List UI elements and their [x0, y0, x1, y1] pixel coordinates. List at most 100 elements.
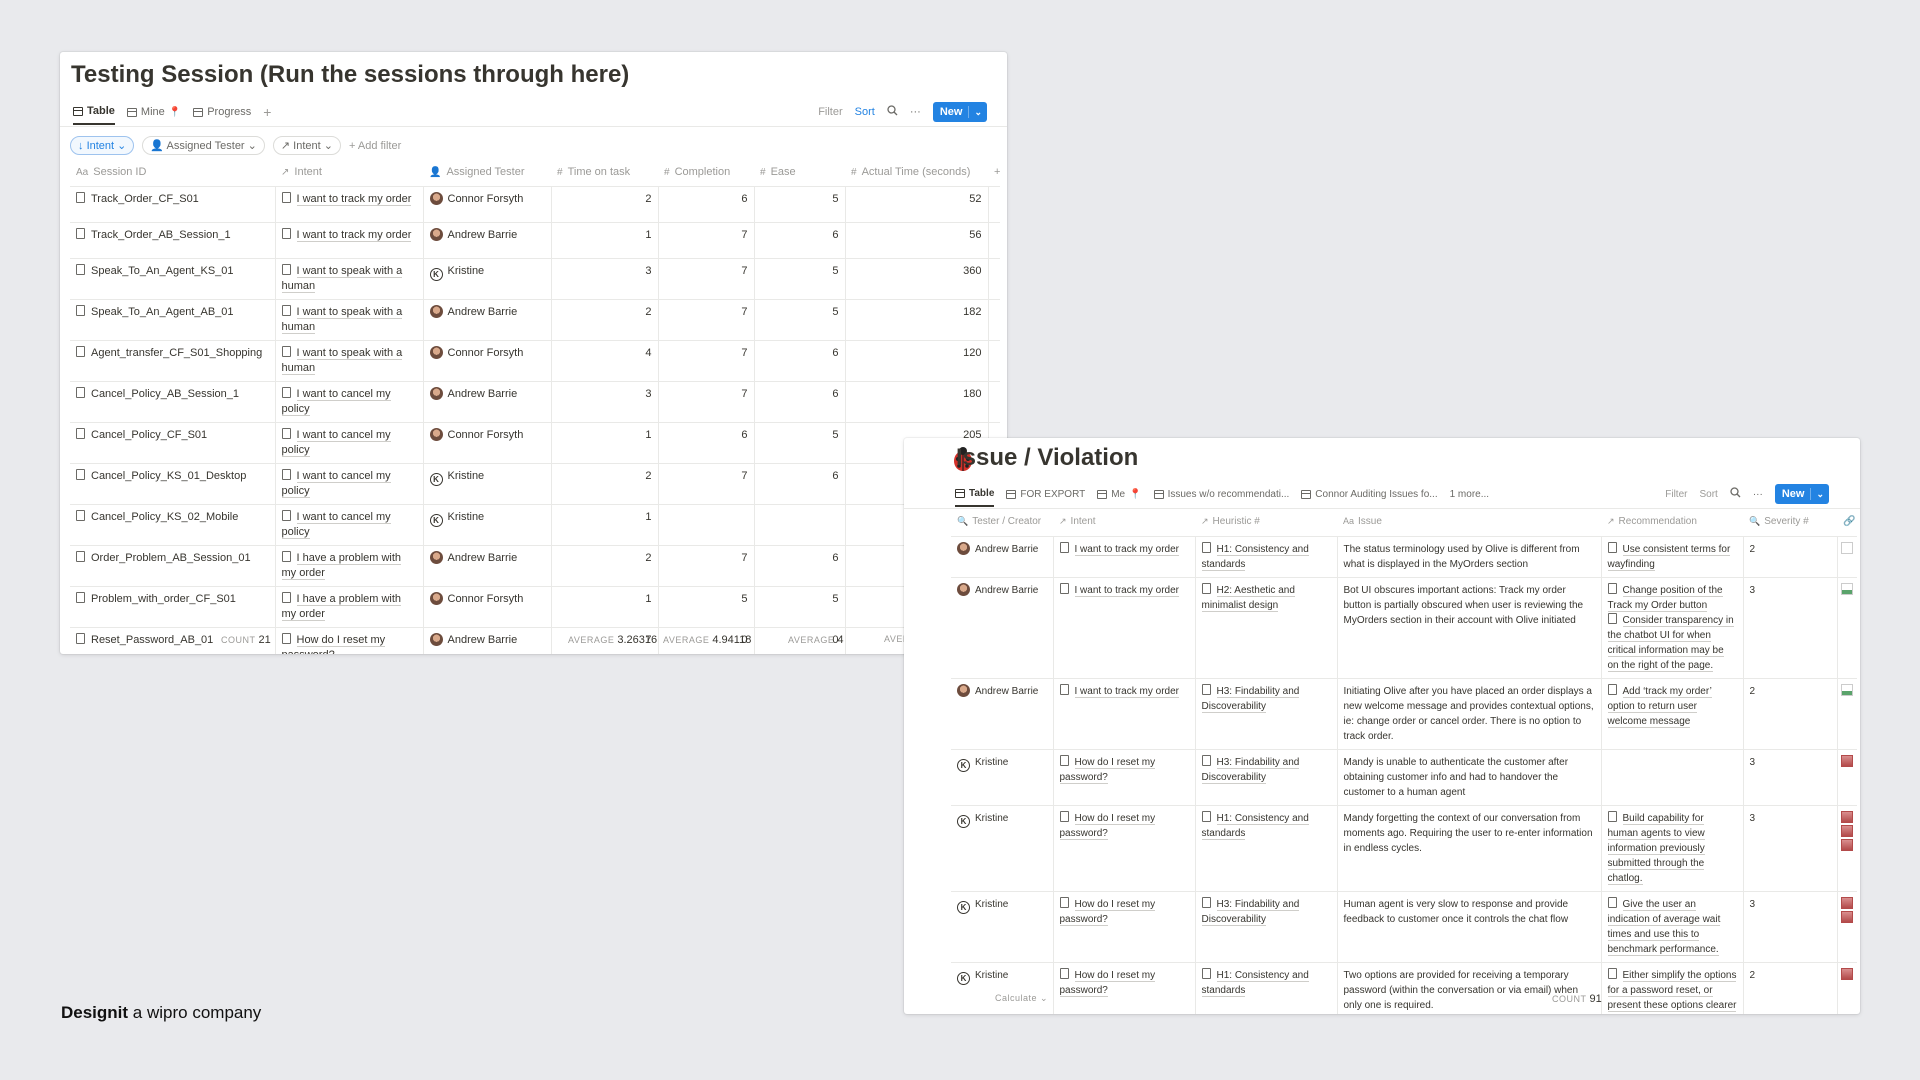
recommendation-item[interactable]: Change position of the Track my Order bu… [1607, 582, 1737, 613]
issue-cell[interactable]: Human agent is very slow to response and… [1337, 891, 1602, 963]
intent-sort-chip[interactable]: ↓ Intent ⌄ [70, 136, 135, 155]
table-row[interactable]: Cancel_Policy_AB_Session_1 I want to canc… [70, 381, 1000, 423]
attachment-cell[interactable] [1837, 962, 1857, 1014]
table-row[interactable]: K Kristine How do I reset my password? H1: … [951, 962, 1857, 1014]
severity-cell[interactable]: 2 [1743, 536, 1838, 578]
intent-link[interactable]: I want to track my order [1074, 685, 1179, 698]
intent-cell[interactable]: I want to speak with a human [275, 299, 424, 341]
tester-cell[interactable]: K Kristine [423, 258, 552, 300]
add-column-icon[interactable]: + [988, 158, 1000, 187]
severity-cell[interactable]: 2 [1743, 962, 1838, 1014]
intent-cell[interactable]: How do I reset my password? [275, 627, 424, 654]
session-id-cell[interactable]: Cancel_Policy_CF_S01 [70, 422, 276, 464]
image-thumbnail[interactable] [1840, 910, 1853, 923]
heuristic-link[interactable]: H3: Findability and Discoverability [1201, 756, 1300, 784]
column-header[interactable]: Aa Issue [1337, 508, 1601, 537]
intent-cell[interactable]: How do I reset my password? [1053, 962, 1196, 1014]
actual-cell[interactable]: 56 [845, 222, 989, 259]
image-thumbnail[interactable] [1840, 754, 1853, 767]
intent-link[interactable]: I want to speak with a human [281, 305, 403, 334]
chevron-down-icon[interactable]: ⌄ [1811, 489, 1829, 500]
session-id-cell[interactable]: Cancel_Policy_KS_02_Mobile [70, 504, 276, 546]
table-row[interactable]: Agent_transfer_CF_S01_Shopping I want to … [70, 340, 1000, 382]
new-button[interactable]: New ⌄ [932, 102, 987, 122]
tester-cell[interactable]: K Kristine [951, 805, 1054, 892]
table-row[interactable]: Reset_Password_AB_01 How do I reset my pa… [70, 627, 1000, 654]
recommendation-item[interactable]: Either simplify the options for a passwo… [1607, 967, 1737, 1014]
column-header[interactable]: # Time on task [551, 158, 658, 187]
issue-cell[interactable]: The status terminology used by Olive is … [1337, 536, 1602, 578]
tester-cell[interactable]: K Kristine [951, 749, 1054, 806]
tester-cell[interactable]: Andrew Barrie [423, 222, 552, 259]
intent-link[interactable]: I want to cancel my policy [281, 469, 391, 498]
intent-cell[interactable]: I want to track my order [1053, 536, 1196, 578]
time-cell[interactable]: 4 [551, 340, 659, 382]
table-row[interactable]: Track_Order_CF_S01 I want to track my ord… [70, 186, 1000, 223]
recommendation-link[interactable]: Either simplify the options for a passwo… [1607, 969, 1737, 1014]
intent-cell[interactable]: How do I reset my password? [1053, 805, 1196, 892]
tab-3[interactable]: Issues w/o recommendati... [1153, 481, 1289, 507]
column-header[interactable]: ↗ Intent [1053, 508, 1195, 537]
ease-cell[interactable]: 5 [754, 586, 846, 628]
intent-cell[interactable]: I want to speak with a human [275, 258, 424, 300]
issue-cell[interactable]: Mandy is unable to authenticate the cust… [1337, 749, 1602, 806]
recommendation-cell[interactable]: Build capability for human agents to vie… [1601, 805, 1744, 892]
sort-button[interactable]: Sort [1699, 489, 1717, 500]
new-button[interactable]: New ⌄ [1774, 484, 1829, 504]
recommendation-link[interactable]: Use consistent terms for wayfinding [1607, 543, 1731, 571]
intent-link[interactable]: I have a problem with my order [281, 592, 402, 621]
ease-cell[interactable]: 6 [754, 340, 846, 382]
search-icon[interactable] [887, 105, 898, 119]
column-header[interactable]: # Ease [754, 158, 845, 187]
recommendation-link[interactable]: Consider transparency in the chatbot UI … [1607, 614, 1734, 672]
heuristic-link[interactable]: H3: Findability and Discoverability [1201, 685, 1300, 713]
recommendation-cell[interactable] [1601, 749, 1744, 806]
session-id-cell[interactable]: Cancel_Policy_AB_Session_1 [70, 381, 276, 423]
column-header[interactable]: Aa Session ID [70, 158, 275, 187]
tester-cell[interactable]: Andrew Barrie [951, 577, 1054, 679]
tab-2[interactable]: Me 📍 [1097, 481, 1142, 507]
tester-cell[interactable]: K Kristine [423, 504, 552, 546]
image-thumbnail[interactable] [1840, 824, 1853, 837]
ease-cell[interactable] [754, 504, 846, 546]
time-cell[interactable]: 3 [551, 381, 659, 423]
intent-cell[interactable]: I want to cancel my policy [275, 381, 424, 423]
tester-cell[interactable]: Andrew Barrie [951, 678, 1054, 750]
heuristic-link[interactable]: H1: Consistency and standards [1201, 812, 1309, 840]
filter-button[interactable]: Filter [818, 106, 842, 118]
tab-0[interactable]: Table [955, 481, 995, 507]
severity-cell[interactable]: 3 [1743, 749, 1838, 806]
intent-link[interactable]: I have a problem with my order [281, 551, 402, 580]
session-id-cell[interactable]: Track_Order_CF_S01 [70, 186, 276, 223]
recommendation-cell[interactable]: Give the user an indication of average w… [1601, 891, 1744, 963]
recommendation-item[interactable]: Consider transparency in the chatbot UI … [1607, 612, 1737, 673]
column-header[interactable]: # Completion [658, 158, 754, 187]
recommendation-item[interactable]: Add ‘track my order’ option to return us… [1607, 683, 1737, 729]
time-cell[interactable]: 1 [551, 586, 659, 628]
tester-cell[interactable]: K Kristine [951, 962, 1054, 1014]
completion-cell[interactable]: 7 [658, 463, 755, 505]
table-row[interactable]: Track_Order_AB_Session_1 I want to track … [70, 222, 1000, 259]
intent-link[interactable]: I want to track my order [1074, 543, 1179, 556]
intent-link[interactable]: I want to speak with a human [281, 264, 403, 293]
recommendation-cell[interactable]: Either simplify the options for a passwo… [1601, 962, 1744, 1014]
ease-cell[interactable]: 5 [754, 258, 846, 300]
ease-cell[interactable]: 6 [754, 463, 846, 505]
add-view-icon[interactable]: + [263, 104, 271, 120]
tester-cell[interactable]: Andrew Barrie [423, 545, 552, 587]
ease-cell[interactable]: 6 [754, 222, 846, 259]
issue-cell[interactable]: Initiating Olive after you have placed a… [1337, 678, 1602, 750]
calculate-button[interactable]: Calculate ⌄ [995, 993, 1048, 1004]
tester-cell[interactable]: Andrew Barrie [423, 627, 552, 654]
ease-cell[interactable]: 6 [754, 545, 846, 587]
recommendation-item[interactable]: Build capability for human agents to vie… [1607, 810, 1737, 886]
recommendation-item[interactable]: Use consistent terms for wayfinding [1607, 541, 1737, 572]
more-views-button[interactable]: 1 more... [1450, 489, 1489, 500]
completion-cell[interactable]: 6 [658, 422, 755, 464]
table-row[interactable]: K Kristine How do I reset my password? H1: … [951, 805, 1857, 892]
sort-button[interactable]: Sort [855, 106, 875, 118]
attachment-cell[interactable] [1837, 805, 1857, 892]
severity-cell[interactable]: 3 [1743, 577, 1838, 679]
column-header[interactable]: ↗ Heuristic # [1195, 508, 1337, 537]
recommendation-cell[interactable]: Use consistent terms for wayfinding [1601, 536, 1744, 578]
